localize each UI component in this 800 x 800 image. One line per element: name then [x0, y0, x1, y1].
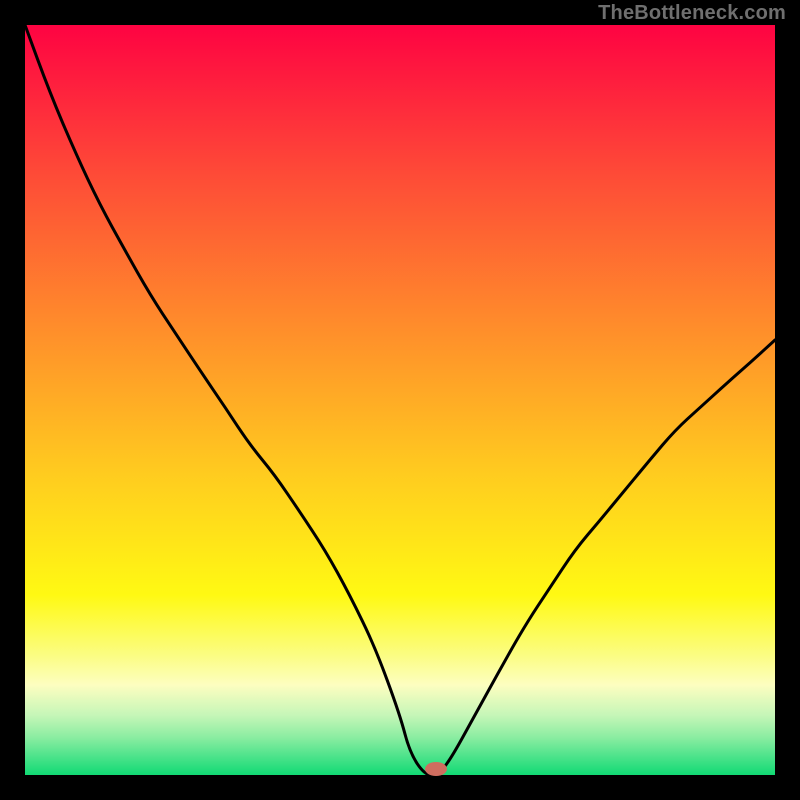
gradient-background: [25, 25, 775, 775]
chart-frame: TheBottleneck.com: [0, 0, 800, 800]
attribution-text: TheBottleneck.com: [598, 2, 786, 25]
optimal-marker: [425, 762, 447, 776]
bottleneck-chart: [0, 0, 800, 800]
